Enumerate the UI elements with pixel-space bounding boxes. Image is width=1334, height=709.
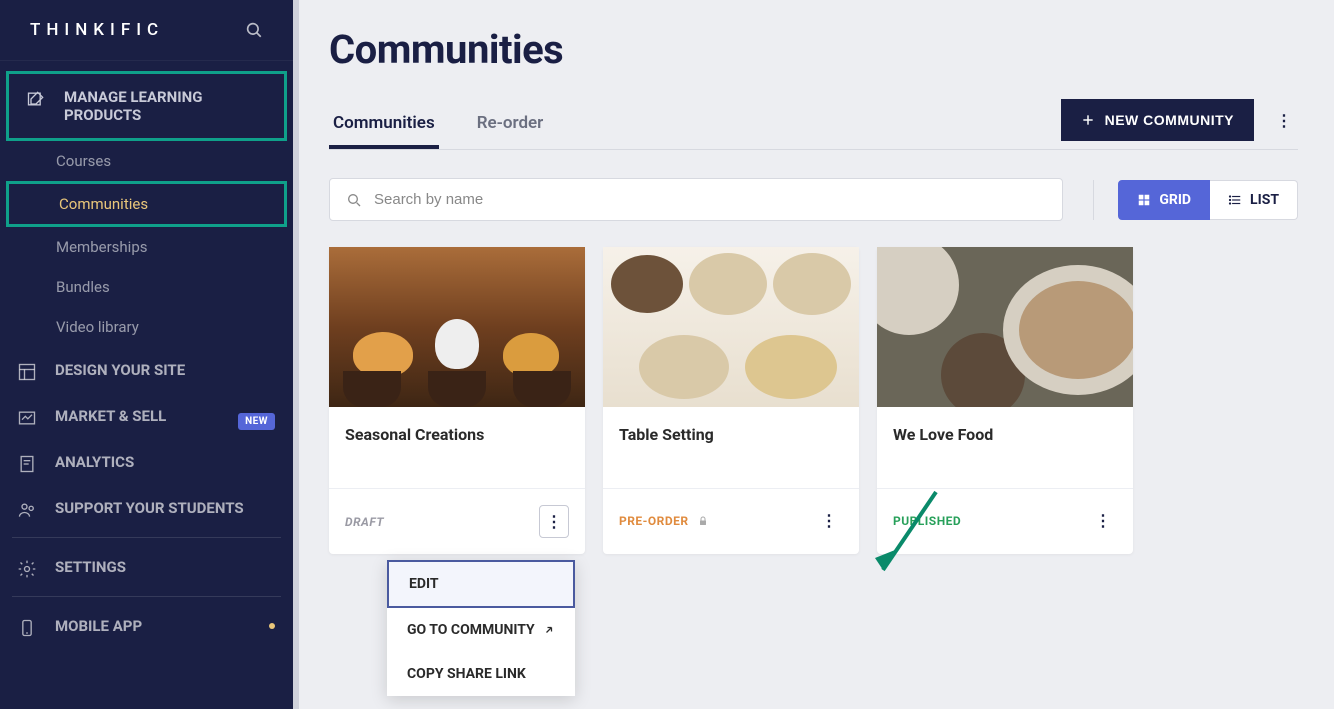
new-community-button[interactable]: NEW COMMUNITY (1061, 99, 1254, 141)
search-icon (346, 192, 362, 208)
divider (12, 537, 281, 538)
card-dropdown: EDIT GO TO COMMUNITY COPY SHARE LINK (387, 560, 575, 696)
tab-actions: NEW COMMUNITY ⋮ (1061, 99, 1298, 149)
clipboard-icon (16, 453, 38, 475)
gear-icon (16, 558, 38, 580)
divider (12, 596, 281, 597)
dropdown-copy[interactable]: COPY SHARE LINK (387, 652, 575, 696)
users-icon (16, 499, 38, 521)
chart-icon (16, 407, 38, 429)
card-footer: PRE-ORDER ⋮ (603, 488, 859, 552)
main-content: Communities Communities Re-order NEW COM… (293, 0, 1334, 709)
button-label: NEW COMMUNITY (1105, 112, 1234, 128)
status-badge: DRAFT (345, 515, 384, 529)
sidebar-section-settings[interactable]: SETTINGS (0, 544, 293, 590)
card-footer: DRAFT ⋮ (329, 488, 585, 554)
notification-dot (269, 623, 275, 629)
brand-bar: THINKIFIC (0, 0, 293, 61)
card-grid: Seasonal Creations DRAFT ⋮ EDIT GO TO CO… (329, 247, 1298, 554)
card-image (877, 247, 1133, 407)
sidebar-item-courses[interactable]: Courses (56, 141, 293, 181)
search-box[interactable] (329, 178, 1063, 221)
sidebar-nav: MANAGE LEARNING PRODUCTS Courses Communi… (0, 61, 293, 659)
edit-icon (25, 88, 47, 110)
sidebar-item-video-library[interactable]: Video library (56, 307, 293, 347)
tab-communities[interactable]: Communities (329, 101, 439, 149)
card-title: Table Setting (619, 425, 843, 444)
card-menu-button[interactable]: ⋮ (815, 505, 843, 536)
grid-icon (1137, 193, 1151, 207)
status-badge: PUBLISHED (893, 514, 961, 528)
status-text: PRE-ORDER (619, 514, 689, 528)
view-toggle: GRID LIST (1093, 180, 1298, 220)
sidebar-section-mobile[interactable]: MOBILE APP (0, 603, 293, 649)
card-image (603, 247, 859, 407)
sidebar-section-design[interactable]: DESIGN YOUR SITE (0, 347, 293, 393)
lock-icon (697, 515, 709, 527)
card-body: Table Setting (603, 407, 859, 488)
tab-bar: Communities Re-order NEW COMMUNITY ⋮ (329, 99, 1298, 150)
sidebar-item-memberships[interactable]: Memberships (56, 227, 293, 267)
sidebar-section-label: MANAGE LEARNING PRODUCTS (64, 88, 202, 124)
overflow-menu[interactable]: ⋮ (1270, 105, 1298, 136)
sidebar: THINKIFIC MANAGE LEARNING PRODUCTS Cours… (0, 0, 293, 709)
card-title: We Love Food (893, 425, 1117, 444)
external-link-icon (543, 624, 555, 636)
search-input[interactable] (374, 191, 1046, 208)
card-menu-button[interactable]: ⋮ (539, 505, 569, 538)
card-title: Seasonal Creations (345, 425, 569, 444)
card-body: We Love Food (877, 407, 1133, 488)
dropdown-goto[interactable]: GO TO COMMUNITY (387, 608, 575, 652)
sidebar-section-analytics[interactable]: ANALYTICS (0, 439, 293, 485)
mobile-icon (16, 617, 38, 639)
dropdown-edit[interactable]: EDIT (387, 560, 575, 608)
layout-icon (16, 361, 38, 383)
card-image (329, 247, 585, 407)
new-badge: NEW (238, 413, 275, 430)
card-menu-button[interactable]: ⋮ (1089, 505, 1117, 536)
sidebar-section-label: MOBILE APP (55, 617, 142, 635)
community-card[interactable]: We Love Food PUBLISHED ⋮ (877, 247, 1133, 554)
dropdown-label: GO TO COMMUNITY (407, 622, 535, 638)
card-body: Seasonal Creations (329, 407, 585, 488)
list-view-button[interactable]: LIST (1210, 180, 1298, 220)
scrollbar[interactable] (293, 0, 299, 709)
sidebar-section-market[interactable]: MARKET & SELL NEW (0, 393, 293, 439)
sidebar-section-label: SETTINGS (55, 558, 126, 576)
sidebar-item-bundles[interactable]: Bundles (56, 267, 293, 307)
button-label: GRID (1159, 192, 1191, 208)
community-card[interactable]: Seasonal Creations DRAFT ⋮ EDIT GO TO CO… (329, 247, 585, 554)
grid-view-button[interactable]: GRID (1118, 180, 1210, 220)
community-card[interactable]: Table Setting PRE-ORDER ⋮ (603, 247, 859, 554)
sidebar-section-label: SUPPORT YOUR STUDENTS (55, 499, 244, 517)
status-badge: PRE-ORDER (619, 514, 709, 528)
button-label: LIST (1250, 192, 1279, 208)
list-icon (1228, 193, 1242, 207)
brand-logo: THINKIFIC (30, 20, 164, 40)
sidebar-item-communities[interactable]: Communities (6, 181, 287, 227)
sidebar-subitems: Courses Communities Memberships Bundles … (0, 141, 293, 347)
page-title: Communities (329, 26, 1298, 73)
sidebar-section-manage[interactable]: MANAGE LEARNING PRODUCTS (6, 71, 287, 141)
sidebar-section-label: ANALYTICS (55, 453, 134, 471)
tab-reorder[interactable]: Re-order (473, 101, 548, 148)
search-icon[interactable] (245, 21, 263, 39)
sidebar-section-label: DESIGN YOUR SITE (55, 361, 185, 379)
tabs: Communities Re-order (329, 101, 547, 148)
sidebar-section-support[interactable]: SUPPORT YOUR STUDENTS (0, 485, 293, 531)
plus-icon (1081, 113, 1095, 127)
toolbar: GRID LIST (329, 178, 1298, 221)
sidebar-section-label: MARKET & SELL (55, 407, 166, 425)
card-footer: PUBLISHED ⋮ (877, 488, 1133, 552)
